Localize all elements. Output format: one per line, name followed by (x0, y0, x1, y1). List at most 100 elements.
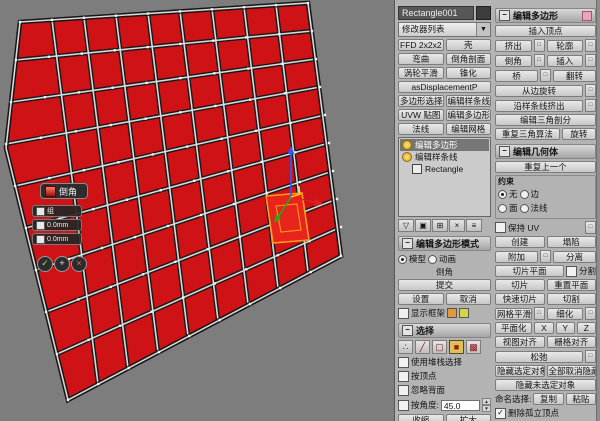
attach-button[interactable]: 附加 (495, 251, 538, 263)
caddy-cancel-button[interactable]: × (71, 256, 87, 272)
viewport[interactable]: 倒角 组 0.0mm 0.0mm ✓ + × (0, 0, 394, 421)
model-radio[interactable] (398, 255, 407, 264)
delete-isolated-vertices-checkbox[interactable]: ✓ (495, 408, 506, 419)
collapse-button[interactable]: 塌陷 (547, 236, 597, 248)
outline-button[interactable]: 轮廓 (547, 40, 584, 52)
make-planar-button[interactable]: 平面化 (495, 322, 532, 334)
hinge-from-edge-button[interactable]: 从边旋转 (495, 85, 583, 97)
caddy-type-value[interactable]: 组 (47, 206, 54, 216)
slice-plane-button[interactable]: 切片平面 (495, 265, 564, 277)
modifier-preset-uvw-map[interactable]: UVW 贴图 (398, 109, 444, 121)
unhide-all-button[interactable]: 全部取消隐藏 (547, 365, 597, 377)
constraint-face-radio[interactable] (498, 204, 507, 213)
bevel-button[interactable]: 倒角 (495, 55, 532, 67)
flip-button[interactable]: 翻转 (553, 70, 596, 82)
create-button[interactable]: 创建 (495, 236, 545, 248)
subobject-element-button[interactable]: ▩ (466, 340, 481, 354)
stack-item-edit-poly[interactable]: 编辑多边形 (400, 139, 489, 151)
msmooth-settings-button[interactable]: □ (534, 307, 545, 320)
insert-vertex-button[interactable]: 插入顶点 (495, 25, 596, 37)
grid-align-button[interactable]: 栅格对齐 (547, 336, 597, 348)
hinge-settings-button[interactable]: □ (585, 84, 596, 97)
modifier-preset-shell[interactable]: 壳 (446, 39, 492, 51)
settings-button[interactable]: 设置 (398, 293, 444, 305)
modifier-preset-ffd[interactable]: FFD 2x2x2 (398, 39, 444, 51)
rollout-edit-geometry[interactable]: − 编辑几何体 (495, 144, 596, 159)
constraint-none-radio[interactable] (498, 190, 507, 199)
inset-settings-button[interactable]: □ (585, 54, 596, 67)
inset-button[interactable]: 插入 (547, 55, 584, 67)
caddy-outline-spinner[interactable]: 0.0mm (32, 233, 82, 245)
caddy-ok-button[interactable]: ✓ (37, 256, 53, 272)
caddy-bevel-type[interactable]: 组 (32, 205, 82, 217)
subobject-border-button[interactable]: ▢ (432, 340, 447, 354)
panel-scrollbar[interactable] (596, 0, 600, 421)
modifier-preset-edit-mesh[interactable]: 编辑网格 (446, 123, 492, 135)
subobject-polygon-button[interactable]: ■ (449, 340, 464, 354)
planar-x-button[interactable]: X (534, 322, 553, 334)
bridge-button[interactable]: 桥 (495, 70, 538, 82)
angle-value-field[interactable]: 45.0 (441, 400, 480, 411)
caddy-outline-value[interactable]: 0.0mm (47, 236, 68, 243)
turn-button[interactable]: 旋转 (562, 128, 596, 140)
animate-radio[interactable] (428, 255, 437, 264)
stack-item-base-object[interactable]: Rectangle (400, 163, 489, 175)
caddy-height-spinner[interactable]: 0.0mm (32, 219, 82, 231)
object-color-swatch[interactable] (476, 6, 491, 20)
modifier-preset-bend[interactable]: 弯曲 (398, 53, 444, 65)
relax-button[interactable]: 松弛 (495, 351, 583, 363)
view-align-button[interactable]: 视图对齐 (495, 336, 545, 348)
object-name-field[interactable]: Rectangle001 (398, 6, 474, 20)
grow-button[interactable]: 扩大 (446, 414, 492, 421)
subobject-edge-button[interactable]: ╱ (415, 340, 430, 354)
copy-button[interactable]: 复制 (533, 393, 563, 405)
bevel-settings-button[interactable]: □ (534, 54, 545, 67)
extrude-button[interactable]: 挤出 (495, 40, 532, 52)
planar-y-button[interactable]: Y (556, 322, 575, 334)
stack-item-edit-spline[interactable]: 编辑样条线 (400, 151, 489, 163)
modifier-stack[interactable]: 编辑多边形 编辑样条线 Rectangle (398, 137, 491, 217)
repeat-last-button[interactable]: 重复上一个 (495, 161, 596, 173)
rollout-selection[interactable]: − 选择 (398, 323, 491, 338)
bridge-settings-button[interactable]: □ (540, 69, 551, 82)
rollout-edit-polygons[interactable]: − 编辑多边形 (495, 8, 596, 23)
slice-button[interactable]: 切片 (495, 279, 545, 291)
extrude-along-spline-button[interactable]: 沿样条线挤出 (495, 100, 583, 112)
rollout-edit-poly-mode[interactable]: − 编辑多边形模式 (398, 236, 491, 251)
subobject-vertex-button[interactable]: ∴ (398, 340, 413, 354)
tessellate-settings-button[interactable]: □ (585, 307, 596, 320)
msmooth-button[interactable]: 网格平滑 (495, 308, 532, 320)
retriangulate-button[interactable]: 重复三角算法 (495, 128, 560, 140)
cage-color-swatch[interactable] (447, 308, 457, 318)
constraint-normal-radio[interactable] (520, 204, 529, 213)
modifier-preset-edit-spline[interactable]: 编辑样条线 (446, 95, 492, 107)
use-stack-selection-checkbox[interactable] (398, 357, 409, 368)
modifier-preset-poly-select[interactable]: 多边形选择 (398, 95, 444, 107)
quickslice-button[interactable]: 快速切片 (495, 293, 545, 305)
modifier-preset-bevel-profile[interactable]: 倒角剖面 (446, 53, 492, 65)
angle-spinner[interactable]: ▲▼ (482, 398, 491, 412)
cage-selected-color-swatch[interactable] (459, 308, 469, 318)
caddy-apply-button[interactable]: + (54, 256, 70, 272)
cancel-button[interactable]: 取消 (446, 293, 492, 305)
modifier-list-dropdown[interactable]: 修改器列表 ▼ (398, 22, 491, 37)
reset-plane-button[interactable]: 重置平面 (547, 279, 597, 291)
caddy-bevel-button[interactable]: 倒角 (40, 183, 88, 199)
make-unique-button[interactable]: ⊞ (432, 219, 448, 232)
planar-z-button[interactable]: Z (577, 322, 596, 334)
by-vertex-checkbox[interactable] (398, 371, 409, 382)
commit-button[interactable]: 提交 (398, 279, 491, 291)
preserve-uv-checkbox[interactable] (495, 222, 506, 233)
extrude-spline-settings-button[interactable]: □ (585, 99, 596, 112)
modifier-preset-normal[interactable]: 法线 (398, 123, 444, 135)
preserve-uv-settings-button[interactable]: □ (585, 221, 596, 234)
ignore-backfacing-checkbox[interactable] (398, 385, 409, 396)
outline-settings-button[interactable]: □ (585, 39, 596, 52)
pin-stack-button[interactable]: ▽ (398, 219, 414, 232)
modifier-preset-taper[interactable]: 锥化 (446, 67, 492, 79)
configure-modifier-sets-button[interactable]: ≡ (466, 219, 482, 232)
modifier-preset-edit-poly[interactable]: 编辑多边形 (446, 109, 492, 121)
split-checkbox[interactable] (566, 266, 577, 277)
relax-settings-button[interactable]: □ (585, 350, 596, 363)
selected-polygon[interactable] (266, 193, 309, 243)
